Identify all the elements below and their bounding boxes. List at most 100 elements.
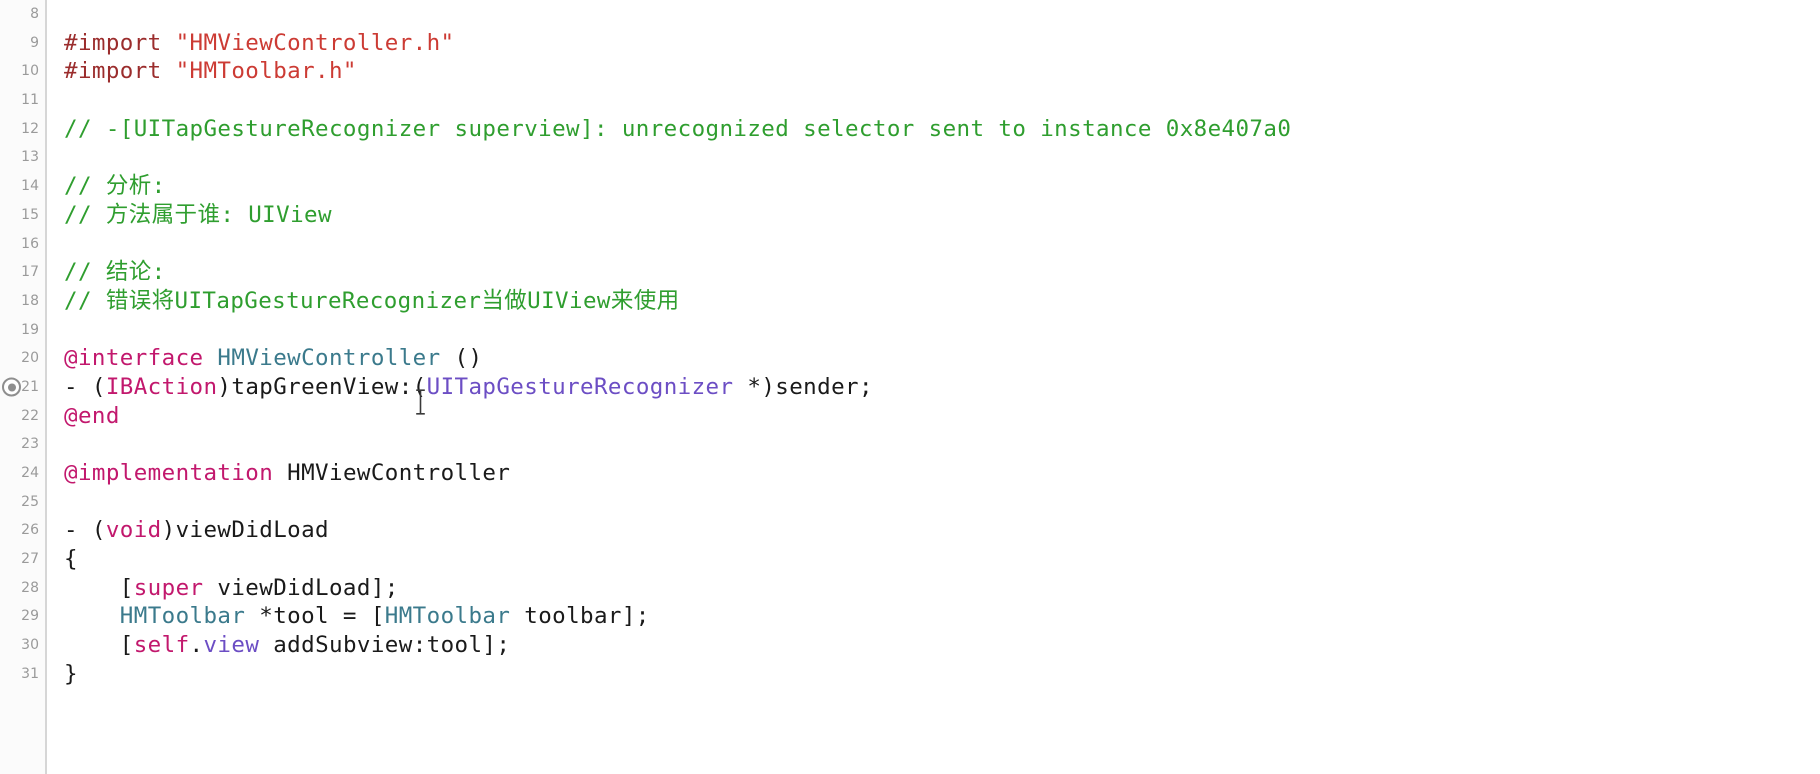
code-token: - ( [64, 517, 106, 544]
code-token: // 结论: [64, 259, 166, 286]
line-number-label: 28 [21, 579, 39, 596]
code-editor[interactable]: 8 9 10 11 12 13 14 15 16 17 18 19 20 21 22 23 24 25 26 27 28… [0, 0, 1820, 774]
code-token: addSubview:tool]; [259, 632, 511, 659]
line-number-label: 16 [21, 235, 39, 252]
code-token: . [189, 632, 204, 659]
code-token: @end [64, 402, 120, 429]
code-line[interactable]: HMToolbar *tool = [HMToolbar toolbar]; [64, 602, 1820, 631]
line-number[interactable]: 11 [0, 86, 56, 115]
line-number[interactable]: 28 [0, 574, 56, 603]
line-number-label: 30 [21, 637, 39, 654]
code-line[interactable]: @end [64, 402, 1820, 431]
gutter-line-list: 8 9 10 11 12 13 14 15 16 17 18 19 20 21 22 23 24 25 26 27 28… [0, 0, 56, 689]
line-number-label: 8 [30, 6, 39, 22]
line-number-label: 24 [21, 465, 39, 481]
code-line[interactable]: - (void)viewDidLoad [64, 516, 1820, 545]
code-line[interactable]: #import "HMViewController.h" [64, 29, 1820, 58]
code-line[interactable]: { [64, 545, 1820, 574]
code-line[interactable]: // 方法属于谁: UIView [64, 201, 1820, 230]
line-number[interactable]: 17 [0, 258, 56, 287]
code-line[interactable]: // 结论: [64, 258, 1820, 287]
code-token: #import [64, 29, 176, 56]
code-line[interactable]: // 错误将UITapGestureRecognizer当做UIView来使用 [64, 287, 1820, 316]
line-number[interactable]: 13 [0, 143, 56, 172]
line-number-label: 11 [21, 92, 39, 109]
code-token: // 分析: [64, 173, 166, 200]
code-content-area[interactable]: #import "HMViewController.h" #import "HMT… [56, 0, 1820, 774]
filled-circle-marker-icon[interactable] [2, 377, 21, 397]
code-line[interactable] [64, 488, 1820, 517]
code-line[interactable]: @implementation HMViewController [64, 459, 1820, 488]
code-line[interactable] [64, 230, 1820, 259]
code-token: *)sender; [733, 373, 873, 400]
line-number-label: 31 [21, 665, 39, 682]
code-token: { [64, 546, 78, 573]
code-token: } [64, 660, 78, 687]
line-number[interactable]: 30 [0, 631, 56, 660]
code-token: @interface [64, 345, 204, 372]
line-number-label: 21 [21, 378, 39, 395]
line-number[interactable]: 21 [0, 373, 56, 402]
code-token: super [133, 574, 204, 601]
line-number[interactable]: 15 [0, 201, 56, 230]
line-number[interactable]: 8 [0, 0, 56, 29]
line-number-gutter[interactable]: 8 9 10 11 12 13 14 15 16 17 18 19 20 21 22 23 24 25 26 27 28… [0, 0, 56, 774]
line-number[interactable]: 14 [0, 172, 56, 201]
code-token: HMViewController [287, 460, 511, 486]
line-number-label: 10 [21, 63, 39, 80]
line-number[interactable]: 31 [0, 660, 56, 689]
code-token: HMToolbar [119, 603, 246, 630]
code-line[interactable]: [super viewDidLoad]; [64, 574, 1820, 603]
code-line[interactable]: #import "HMToolbar.h" [64, 57, 1820, 86]
code-line[interactable]: @interface HMViewController () [64, 344, 1820, 373]
code-line[interactable] [64, 0, 1820, 29]
line-number[interactable]: 19 [0, 316, 56, 345]
code-token: view [203, 632, 260, 659]
line-number[interactable]: 20 [0, 344, 56, 373]
line-number[interactable]: 25 [0, 488, 56, 517]
line-number-label: 12 [21, 120, 39, 137]
line-number[interactable]: 22 [0, 402, 56, 431]
line-number[interactable]: 12 [0, 115, 56, 144]
line-number-label: 25 [21, 493, 39, 510]
line-number-label: 27 [21, 551, 39, 568]
line-number-label: 26 [21, 522, 39, 539]
line-number-label: 23 [21, 436, 39, 453]
code-token: *tool = [ [245, 603, 385, 630]
code-token: [ [64, 632, 134, 659]
code-line[interactable]: // 分析: [64, 172, 1820, 201]
code-line[interactable]: - (IBAction)tapGreenView:(UITapGestureRe… [64, 373, 1820, 402]
code-line[interactable] [64, 430, 1820, 459]
code-line[interactable]: } [64, 660, 1820, 689]
line-number[interactable]: 16 [0, 230, 56, 259]
code-line[interactable]: // -[UITapGestureRecognizer superview]: … [64, 115, 1820, 144]
code-token: toolbar]; [510, 603, 650, 630]
line-number-label: 18 [21, 292, 39, 309]
line-number-label: 22 [21, 407, 39, 424]
code-token: // 错误将UITapGestureRecognizer当做UIView来使用 [64, 287, 680, 314]
code-line[interactable]: [self.view addSubview:tool]; [64, 631, 1820, 660]
code-token: IBAction [105, 373, 218, 400]
line-number[interactable]: 9 [0, 29, 56, 58]
code-token: void [105, 517, 162, 544]
code-token: UITapGestureRecognizer [426, 373, 734, 400]
code-token: #import [64, 58, 176, 85]
line-number[interactable]: 18 [0, 287, 56, 316]
line-number[interactable]: 24 [0, 459, 56, 488]
line-number[interactable]: 23 [0, 430, 56, 459]
code-line[interactable] [64, 86, 1820, 115]
code-line[interactable] [64, 143, 1820, 172]
line-number-label: 15 [21, 206, 39, 223]
code-token: [ [64, 574, 134, 601]
line-number[interactable]: 27 [0, 545, 56, 574]
code-token: viewDidLoad]; [203, 574, 399, 601]
line-number-label: 17 [21, 264, 39, 281]
line-number[interactable]: 10 [0, 57, 56, 86]
code-token: )viewDidLoad [161, 517, 329, 544]
code-line[interactable] [64, 316, 1820, 345]
line-number[interactable]: 26 [0, 516, 56, 545]
line-number[interactable]: 29 [0, 602, 56, 631]
code-token: HMToolbar [384, 603, 511, 630]
